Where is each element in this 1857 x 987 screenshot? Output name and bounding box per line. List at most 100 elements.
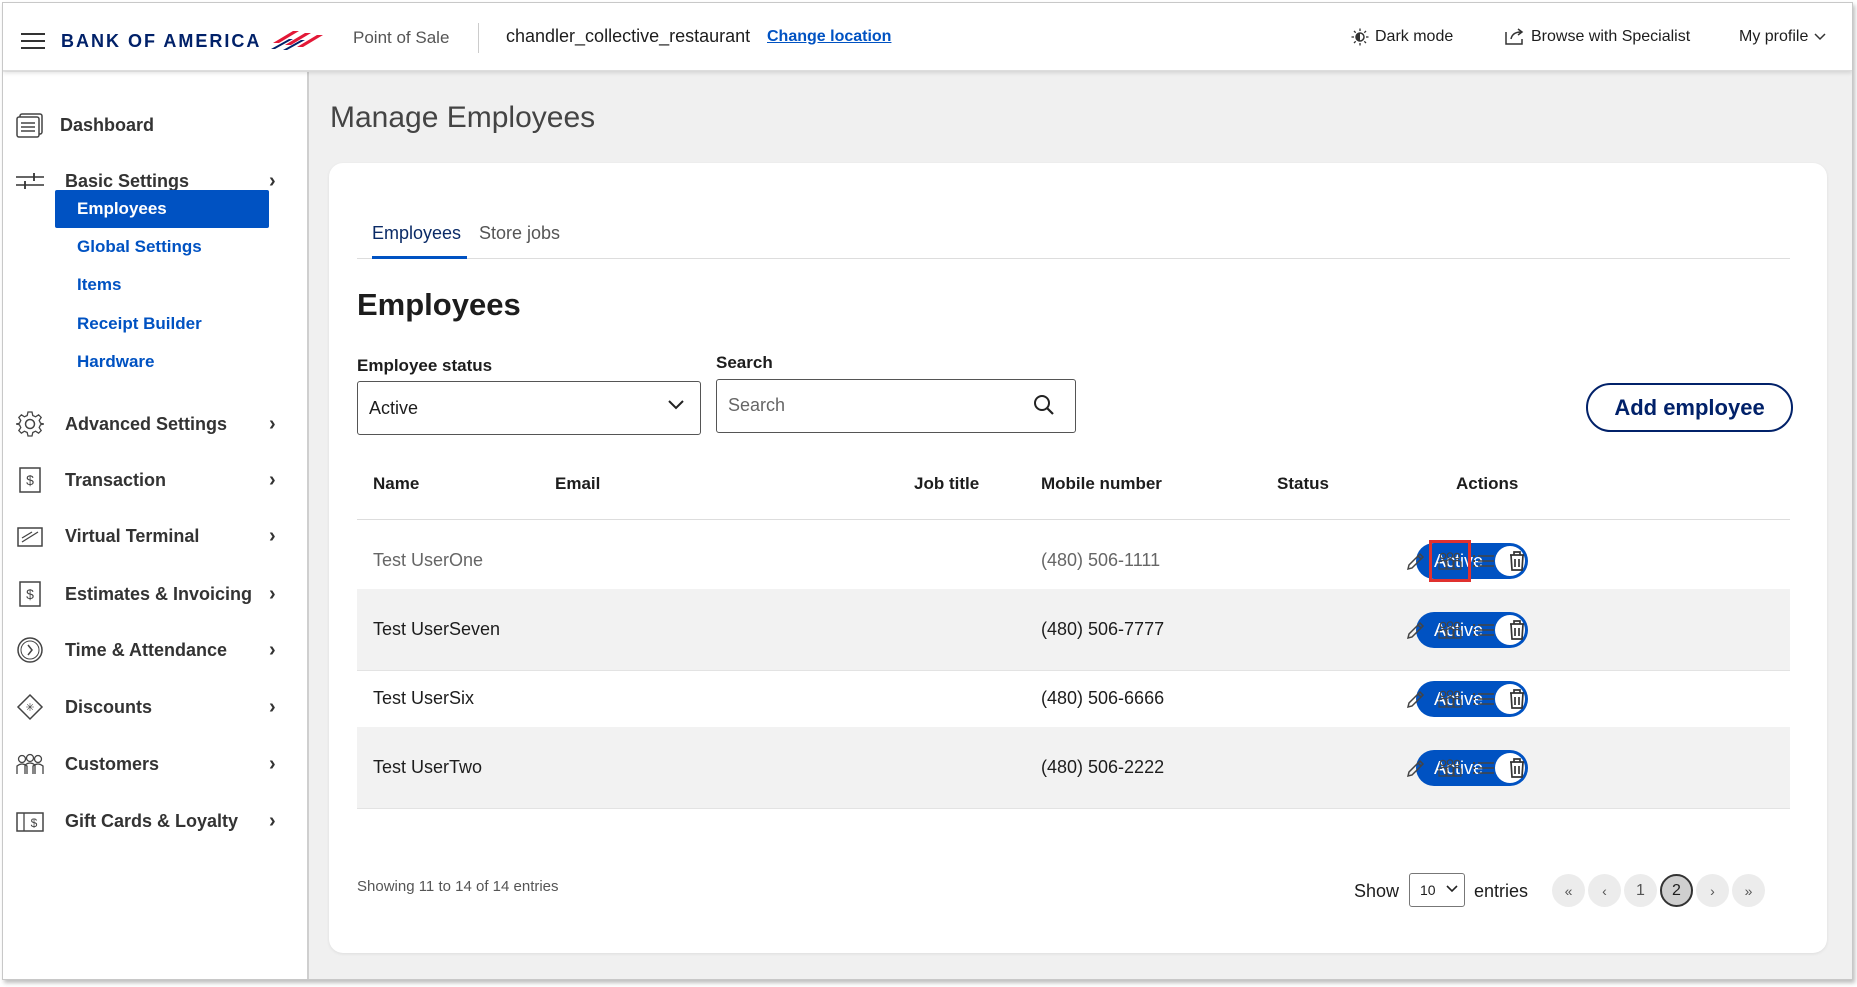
- sidebar-label-estimates-invoicing: Estimates & Invoicing: [65, 583, 253, 604]
- tag-icon: ✳: [15, 692, 45, 722]
- list-icon[interactable]: [1469, 615, 1499, 645]
- sidebar-item-estimates-invoicing[interactable]: $ Estimates & Invoicing ›: [3, 574, 303, 614]
- show-label: Show: [1354, 881, 1400, 901]
- table-row: Test UserTwo (480) 506-2222 Active: [357, 727, 1790, 809]
- chevron-right-icon: ›: [269, 695, 276, 718]
- entries-per-page-value: 10: [1420, 882, 1436, 898]
- browse-specialist-button[interactable]: Browse with Specialist: [1503, 28, 1690, 46]
- sidebar: Dashboard Basic Settings › Employees Glo…: [3, 72, 309, 979]
- chevron-right-icon: ›: [269, 412, 276, 435]
- column-header-actions: Actions: [1456, 474, 1519, 493]
- sidebar-sub-global-settings[interactable]: Global Settings: [55, 228, 269, 266]
- sidebar-label-time-attendance: Time & Attendance: [65, 639, 228, 660]
- pencil-icon[interactable]: [1401, 753, 1431, 783]
- pagination-first[interactable]: «: [1552, 874, 1585, 907]
- chevron-down-icon: [1446, 885, 1458, 893]
- tab-employees[interactable]: Employees: [372, 223, 467, 259]
- sidebar-item-gift-cards[interactable]: $ Gift Cards & Loyalty ›: [3, 801, 303, 841]
- sidebar-sub-receipt-builder[interactable]: Receipt Builder: [55, 305, 269, 343]
- pagination-page-1[interactable]: 1: [1624, 874, 1657, 907]
- employees-card: Employees Store jobs Employees Employee …: [329, 163, 1827, 953]
- trash-icon[interactable]: [1502, 546, 1532, 576]
- sidebar-label-virtual-terminal: Virtual Terminal: [65, 525, 200, 546]
- list-icon[interactable]: [1469, 546, 1499, 576]
- top-header: BANK OF AMERICA Point of Sale chandler_c…: [3, 3, 1852, 71]
- sidebar-sub-items[interactable]: Items: [55, 266, 269, 304]
- group-icon[interactable]: [1435, 684, 1465, 714]
- change-location-link[interactable]: Change location: [767, 28, 891, 46]
- menu-icon[interactable]: [21, 33, 45, 49]
- showing-entries-text: Showing 11 to 14 of 14 entries: [357, 878, 559, 895]
- sidebar-label-transaction: Transaction: [65, 469, 167, 490]
- group-icon[interactable]: [1435, 615, 1465, 645]
- search-input[interactable]: [728, 380, 1028, 430]
- group-icon[interactable]: [1429, 540, 1471, 582]
- column-header-name: Name: [373, 474, 420, 493]
- tab-store-jobs[interactable]: Store jobs: [479, 223, 560, 259]
- sliders-icon: [15, 166, 45, 196]
- chevron-down-icon: [668, 400, 684, 410]
- add-employee-button[interactable]: Add employee: [1586, 383, 1793, 432]
- svg-text:$: $: [31, 816, 38, 830]
- app-name: Point of Sale: [353, 28, 450, 47]
- sidebar-sub-employees[interactable]: Employees: [55, 190, 269, 228]
- cell-name: Test UserSix: [373, 688, 475, 708]
- pagination-last[interactable]: »: [1732, 874, 1765, 907]
- list-icon[interactable]: [1469, 684, 1499, 714]
- cell-mobile: (480) 506-2222: [1041, 757, 1165, 777]
- chevron-right-icon: ›: [269, 752, 276, 775]
- column-header-mobile: Mobile number: [1041, 474, 1162, 493]
- sidebar-label-discounts: Discounts: [65, 696, 153, 717]
- location-name: chandler_collective_restaurant: [506, 26, 751, 46]
- sidebar-item-advanced-settings[interactable]: Advanced Settings ›: [3, 404, 303, 444]
- svg-text:✳: ✳: [25, 702, 34, 714]
- sidebar-item-dashboard[interactable]: Dashboard: [3, 105, 303, 145]
- employee-status-label: Employee status: [357, 356, 493, 375]
- pagination-page-2[interactable]: 2: [1660, 874, 1693, 907]
- section-title: Employees: [357, 287, 521, 322]
- share-screen-icon: [1505, 28, 1524, 45]
- search-icon[interactable]: [1033, 394, 1055, 416]
- pencil-icon[interactable]: [1401, 684, 1431, 714]
- column-header-status: Status: [1277, 474, 1329, 493]
- trash-icon[interactable]: [1502, 684, 1532, 714]
- sun-icon: [1351, 28, 1369, 46]
- my-profile-menu[interactable]: My profile: [1739, 28, 1826, 46]
- browse-specialist-label: Browse with Specialist: [1531, 28, 1691, 45]
- dark-mode-toggle[interactable]: Dark mode: [1351, 28, 1453, 46]
- page-title: Manage Employees: [330, 101, 596, 134]
- clock-icon: [15, 635, 45, 665]
- list-icon[interactable]: [1469, 753, 1499, 783]
- sidebar-item-transaction[interactable]: $ Transaction ›: [3, 460, 303, 500]
- column-header-job-title: Job title: [914, 474, 980, 493]
- sidebar-sub-hardware[interactable]: Hardware: [55, 343, 269, 381]
- group-icon[interactable]: [1435, 753, 1465, 783]
- sidebar-item-discounts[interactable]: ✳ Discounts ›: [3, 687, 303, 727]
- trash-icon[interactable]: [1502, 753, 1532, 783]
- invoice-dollar-icon: $: [15, 579, 45, 609]
- entries-label: entries: [1474, 881, 1529, 901]
- chevron-down-icon: [1814, 33, 1826, 41]
- employee-status-select[interactable]: Active: [357, 381, 701, 435]
- sidebar-item-time-attendance[interactable]: Time & Attendance ›: [3, 630, 303, 670]
- sidebar-item-customers[interactable]: Customers ›: [3, 744, 303, 784]
- pagination-next[interactable]: ›: [1696, 874, 1729, 907]
- my-profile-label: My profile: [1739, 28, 1809, 45]
- app-window: BANK OF AMERICA Point of Sale chandler_c…: [2, 2, 1853, 980]
- pencil-icon[interactable]: [1401, 546, 1431, 576]
- entries-per-page-select[interactable]: 10: [1409, 873, 1465, 907]
- cell-name: Test UserTwo: [373, 757, 483, 777]
- trash-icon[interactable]: [1502, 615, 1532, 645]
- tab-bar: Employees Store jobs: [357, 223, 1790, 259]
- pagination-prev[interactable]: ‹: [1588, 874, 1621, 907]
- terminal-icon: [15, 521, 45, 551]
- bank-flag-logo: [271, 31, 323, 50]
- sidebar-label-customers: Customers: [65, 753, 160, 774]
- pencil-icon[interactable]: [1401, 615, 1431, 645]
- cell-mobile: (480) 506-1111: [1041, 550, 1161, 570]
- employee-status-value: Active: [369, 397, 419, 418]
- sidebar-item-virtual-terminal[interactable]: Virtual Terminal ›: [3, 516, 303, 556]
- svg-text:$: $: [26, 586, 34, 602]
- cell-name: Test UserOne: [373, 550, 484, 570]
- search-label: Search: [716, 353, 773, 372]
